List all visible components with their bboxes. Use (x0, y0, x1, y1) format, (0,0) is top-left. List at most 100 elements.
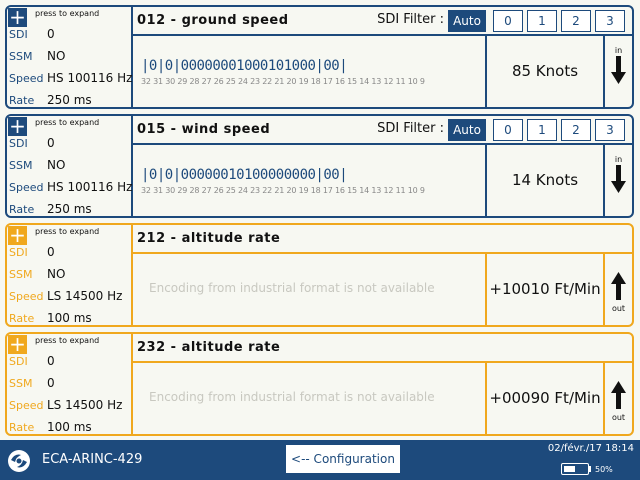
rate-value: 100 ms (47, 420, 92, 434)
datetime: 02/févr./17 18:14 (547, 443, 634, 454)
rate-label: Rate (9, 421, 35, 434)
app-name: ECA-ARINC-429 (42, 452, 143, 467)
battery-percent: 50% (595, 465, 613, 474)
speed-value: LS 14500 Hz (47, 289, 123, 303)
bit-values: |0|0|00000001000101000|00| (141, 58, 348, 74)
decoded-value: 85 Knots (487, 36, 605, 107)
label-panel-015: + press to expand SDI 0 SSM NO Speed HS 100… (5, 114, 634, 218)
direction-label: out (611, 304, 626, 313)
title-bar: 212 - altitude rate (133, 225, 632, 254)
rate-value: 250 ms (47, 93, 92, 107)
ssm-value: 0 (47, 376, 55, 390)
direction-label: in (614, 46, 623, 55)
title-bar: 015 - wind speed SDI Filter : Auto 0 1 2… (133, 116, 632, 145)
encoding-unavailable: Encoding from industrial format is not a… (133, 254, 487, 325)
sdi-filter-0-button[interactable]: 0 (493, 119, 523, 141)
label-panel-232: + press to expand SDI 0 SSM 0 Speed LS 1450… (5, 332, 634, 436)
rate-label: Rate (9, 203, 35, 216)
speed-value: HS 100116 Hz (47, 180, 133, 194)
ssm-value: NO (47, 267, 66, 281)
ssm-value: NO (47, 49, 66, 63)
sdi-filter-3-button[interactable]: 3 (595, 119, 625, 141)
direction-indicator: out (605, 254, 632, 325)
rate-value: 100 ms (47, 311, 92, 325)
encoding-unavailable: Encoding from industrial format is not a… (133, 363, 487, 434)
sdi-filter-label: SDI Filter : (377, 12, 444, 27)
sdi-label: SDI (9, 137, 28, 150)
panel-info: + press to expand SDI 0 SSM NO Speed HS 100… (7, 116, 133, 216)
direction-label: in (614, 155, 623, 164)
label-panel-012: + press to expand SDI 0 SSM NO Speed HS 100… (5, 5, 634, 109)
sdi-filter-auto-button[interactable]: Auto (448, 10, 486, 32)
speed-label: Speed (9, 181, 44, 194)
encoding-unavailable-text: Encoding from industrial format is not a… (149, 390, 435, 404)
sdi-filter: SDI Filter : Auto 0 1 2 3 (377, 10, 628, 32)
ssm-label: SSM (9, 377, 33, 390)
bit-values: |0|0|00000010100000000|00| (141, 167, 348, 183)
rate-label: Rate (9, 312, 35, 325)
arrow-down-icon (611, 165, 626, 193)
label-title: 012 - ground speed (137, 13, 289, 28)
title-bar: 012 - ground speed SDI Filter : Auto 0 1… (133, 7, 632, 36)
sdi-filter: SDI Filter : Auto 0 1 2 3 (377, 119, 628, 141)
speed-value: LS 14500 Hz (47, 398, 123, 412)
ssm-label: SSM (9, 159, 33, 172)
rate-value: 250 ms (47, 202, 92, 216)
sdi-filter-1-button[interactable]: 1 (527, 10, 557, 32)
encoding-unavailable-text: Encoding from industrial format is not a… (149, 281, 435, 295)
sdi-filter-auto-button[interactable]: Auto (448, 119, 486, 141)
direction-indicator: out (605, 363, 632, 434)
arrow-down-icon (611, 56, 626, 84)
label-title: 015 - wind speed (137, 122, 271, 137)
battery-icon (561, 463, 589, 475)
app-logo-icon (8, 450, 30, 472)
battery-nub (589, 466, 591, 472)
ssm-value: NO (47, 158, 66, 172)
label-title: 232 - altitude rate (137, 340, 281, 355)
sdi-label: SDI (9, 355, 28, 368)
sdi-value: 0 (47, 27, 55, 41)
sdi-value: 0 (47, 245, 55, 259)
sdi-label: SDI (9, 28, 28, 41)
expand-label: press to expand (35, 227, 100, 236)
title-bar: 232 - altitude rate (133, 334, 632, 363)
decoded-value: +10010 Ft/Min (487, 254, 605, 325)
speed-label: Speed (9, 399, 44, 412)
direction-indicator: in (605, 36, 632, 107)
footer-bar: ECA-ARINC-429 <-- Configuration 02/févr.… (0, 440, 640, 480)
sdi-filter-label: SDI Filter : (377, 121, 444, 136)
sdi-filter-2-button[interactable]: 2 (561, 119, 591, 141)
bit-numbers: 32 31 30 29 28 27 26 25 24 23 22 21 20 1… (141, 186, 425, 195)
sdi-filter-0-button[interactable]: 0 (493, 10, 523, 32)
speed-value: HS 100116 Hz (47, 71, 133, 85)
ssm-label: SSM (9, 50, 33, 63)
panel-info: + press to expand SDI 0 SSM NO Speed HS 100… (7, 7, 133, 107)
bit-display: |0|0|00000001000101000|00| 32 31 30 29 2… (133, 36, 487, 107)
speed-label: Speed (9, 72, 44, 85)
direction-indicator: in (605, 145, 632, 216)
sdi-label: SDI (9, 246, 28, 259)
panel-info: + press to expand SDI 0 SSM NO Speed LS 145… (7, 225, 133, 325)
expand-label: press to expand (35, 118, 100, 127)
sdi-filter-1-button[interactable]: 1 (527, 119, 557, 141)
battery-level (564, 466, 575, 472)
expand-label: press to expand (35, 9, 100, 18)
expand-label: press to expand (35, 336, 100, 345)
decoded-value: 14 Knots (487, 145, 605, 216)
speed-label: Speed (9, 290, 44, 303)
sdi-filter-2-button[interactable]: 2 (561, 10, 591, 32)
arrow-up-icon (611, 381, 626, 409)
configuration-button[interactable]: <-- Configuration (284, 443, 402, 475)
sdi-value: 0 (47, 354, 55, 368)
bit-display: |0|0|00000010100000000|00| 32 31 30 29 2… (133, 145, 487, 216)
label-panel-212: + press to expand SDI 0 SSM NO Speed LS 145… (5, 223, 634, 327)
ssm-label: SSM (9, 268, 33, 281)
direction-label: out (611, 413, 626, 422)
sdi-filter-3-button[interactable]: 3 (595, 10, 625, 32)
decoded-value: +00090 Ft/Min (487, 363, 605, 434)
panel-info: + press to expand SDI 0 SSM 0 Speed LS 1450… (7, 334, 133, 434)
arrow-up-icon (611, 272, 626, 300)
label-title: 212 - altitude rate (137, 231, 281, 246)
bit-numbers: 32 31 30 29 28 27 26 25 24 23 22 21 20 1… (141, 77, 425, 86)
rate-label: Rate (9, 94, 35, 107)
